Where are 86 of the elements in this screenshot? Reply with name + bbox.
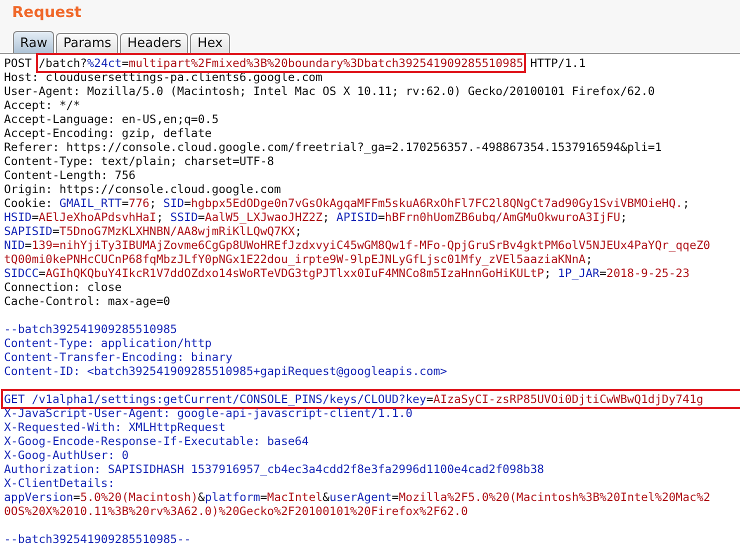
field-name: NID	[4, 238, 25, 252]
code-text: =	[73, 490, 80, 504]
field-name: APISID	[336, 210, 378, 224]
code-text: Content-Length: 756	[4, 168, 136, 182]
field-name: %24ct	[87, 56, 122, 70]
panel-title: Request	[11, 2, 82, 23]
field-value: multipart%2Fmixed%3B%20boundary%3Dbatch392541909285510985	[128, 56, 524, 70]
code-text: &	[198, 490, 205, 504]
code-text: Content-Type: text/plain; charset=UTF-8	[4, 154, 274, 168]
code-text: Connection: close	[4, 280, 122, 294]
field-value: 2018-9-25-23	[606, 266, 690, 280]
field-value: 5.0%20(Macintosh)	[80, 490, 198, 504]
code-text: ;	[156, 210, 164, 224]
field-value: T5DnoG7MzKLXHNBN/AA8wjmRiKlLQwQ7KX	[59, 224, 295, 238]
field-name: SSID	[170, 210, 198, 224]
code-text: User-Agent: Mozilla/5.0 (Macintosh; Intel Mac OS X 10.11; rv:62.0) Gecko/20100101 Firefox/62.0	[4, 84, 655, 98]
code-text: =	[52, 224, 60, 238]
code-text: ;	[544, 266, 552, 280]
code-text: /batch?	[38, 56, 88, 70]
code-text: Accept-Encoding: gzip, deflate	[4, 126, 212, 140]
code-text: =	[32, 210, 39, 224]
code-text: =	[599, 266, 606, 280]
field-value: AGIhQKQbuY4IkcR1V7ddOZdxo14sWoRTeVDG3tgPJTlxx0IuF4MNCo8m5IzaHnnGoHiKULtP	[46, 266, 544, 280]
field-name: 1P_JAR	[558, 266, 600, 280]
field-value: AIzaSyCI-zsRP85UVOi0DjtiCwWBwQ1djDy741g	[433, 392, 704, 406]
field-name: SID	[163, 196, 184, 210]
code-text: Accept: */*	[4, 98, 80, 112]
field-value: MacIntel	[267, 490, 323, 504]
code-text: Accept-Language: en-US,en;q=0.5	[4, 112, 219, 126]
field-value: AElJeXhoAPdsvhHaI	[38, 210, 156, 224]
code-text: Cookie:	[4, 196, 54, 210]
field-name: --batch392541909285510985	[4, 322, 178, 336]
code-text: Referer: https://console.cloud.google.com/freetrial?_ga=2.170256357.-498867354.1537916594&pli=1	[4, 140, 662, 154]
field-value: hgbpx5EdODge0n7vGsOkAgqaMFFm5skuA6RxOhFl7FC2l8QNgCt7ad90Gy1SviVBMOieHQ.	[191, 196, 683, 210]
code-text: ;	[682, 196, 690, 210]
field-name: --batch392541909285510985--	[4, 532, 191, 546]
tab[interactable]: Hex	[190, 33, 230, 53]
field-name: platform	[204, 490, 260, 504]
code-text: ;	[586, 252, 593, 266]
field-name: Content-Transfer-Encoding: binary	[4, 350, 232, 364]
field-name: GET /v1alpha1/settings:getCurrent/CONSOLE_PINS/keys/CLOUD?key	[4, 392, 426, 406]
code-text: =	[122, 196, 129, 210]
field-value: AalW5_LXJwaoJHZ2Z	[204, 210, 323, 224]
field-name: userAgent	[329, 490, 392, 504]
field-name: X-Goog-AuthUser: 0	[4, 448, 129, 462]
code-text: Cache-Control: max-age=0	[4, 294, 170, 308]
field-value: tQ00mi0kePNHcCUCnP68fqMbzJLfY0pNGx1E22dou_irpte9W-9lpEJNLyGfLjsc01Mfy_zVEl5aaziaKNnA	[4, 252, 586, 266]
field-name: SAPISID	[4, 224, 52, 238]
tab[interactable]: Headers	[120, 33, 188, 53]
code-text: =	[24, 238, 32, 252]
field-name: appVersion	[4, 490, 74, 504]
code-text: ;	[322, 210, 330, 224]
code-text: ;	[620, 210, 628, 224]
field-name: X-Requested-With: XMLHttpRequest	[4, 420, 226, 434]
field-name: HSID	[4, 210, 32, 224]
code-text: &	[322, 490, 330, 504]
field-value: 139=nihYjiTy3IBUMAjZovme6CgGp8UWoHREfJzdxvyiC45wGM8Qw1f-MFo-QpjGruSrBv4gktPM6olV5NJEUx4PaYQr_qqeZ0	[32, 238, 710, 252]
field-name: GMAIL_RTT	[59, 196, 122, 210]
field-value: 776	[128, 196, 150, 210]
code-text: =	[122, 56, 129, 70]
code-text: ;	[294, 224, 302, 238]
code-text: Host: cloudusersettings-pa.clients6.google.com	[4, 70, 322, 84]
tab[interactable]: Raw	[13, 31, 54, 53]
message-editor[interactable]	[0, 53, 740, 556]
code-text: ;	[149, 196, 158, 210]
code-text: =	[260, 490, 268, 504]
field-name: Authorization: SAPISIDHASH 1537916957_cb4ec3a4cdd2f8e3fa2996d1100e4cad2f098b38	[4, 462, 544, 476]
field-name: Content-ID: <batch392541909285510985+gapiRequest@googleapis.com>	[4, 364, 448, 378]
code-text: POST	[4, 56, 33, 70]
field-value: 0OS%20X%2010.11%3B%20rv%3A62.0)%20Gecko%2F20100101%20Firefox%2F62.0	[4, 504, 468, 518]
field-value: hBFrn0hUomZB6ubq/AmGMuOkwuroA3IjFU	[384, 210, 620, 224]
code-text: =	[392, 490, 399, 504]
code-text: Origin: https://console.cloud.google.com	[4, 182, 281, 196]
code-text: =	[426, 392, 434, 406]
field-name: X-Goog-Encode-Response-If-Executable: base64	[4, 434, 309, 448]
field-value: Mozilla%2F5.0%20(Macintosh%3B%20Intel%20Mac%2	[398, 490, 710, 504]
code-text: =	[38, 266, 46, 280]
field-name: SIDCC	[4, 266, 39, 280]
field-name: Content-Type: application/http	[4, 336, 212, 350]
code-text: =	[378, 210, 385, 224]
code-text: =	[198, 210, 205, 224]
field-name: X-JavaScript-User-Agent: google-api-javascript-client/1.1.0	[4, 406, 412, 420]
code-text: =	[184, 196, 191, 210]
field-name: X-ClientDetails:	[4, 476, 115, 490]
code-text: HTTP/1.1	[529, 56, 586, 70]
tab[interactable]: Params	[56, 33, 118, 53]
